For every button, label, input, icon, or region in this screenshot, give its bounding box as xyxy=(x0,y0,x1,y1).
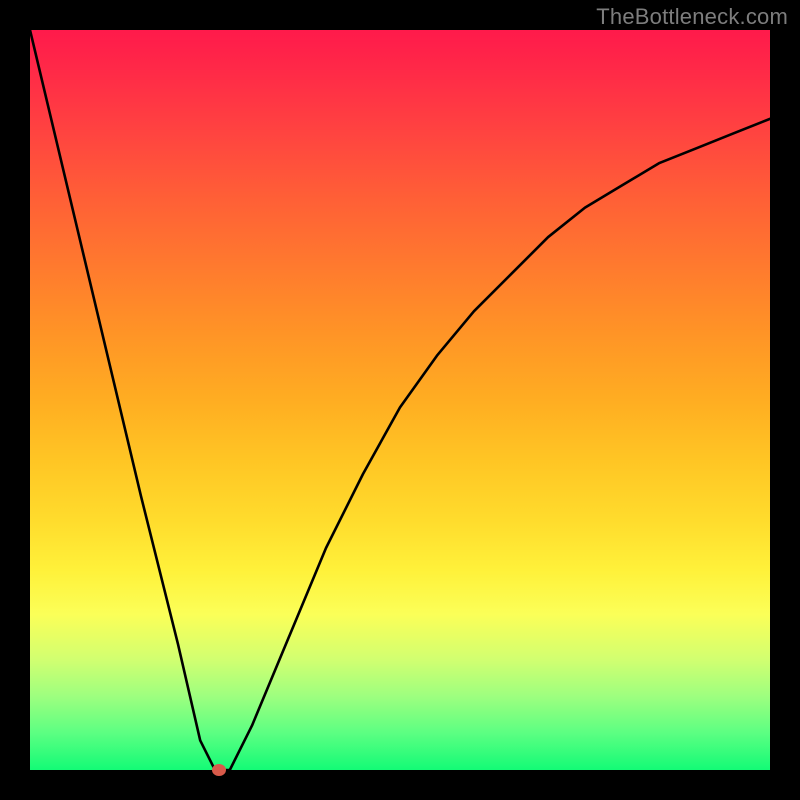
chart-frame: TheBottleneck.com xyxy=(0,0,800,800)
curve-svg xyxy=(30,30,770,770)
optimal-point-marker xyxy=(212,764,226,776)
bottleneck-curve xyxy=(30,30,770,770)
watermark-text: TheBottleneck.com xyxy=(596,4,788,30)
plot-area xyxy=(30,30,770,770)
